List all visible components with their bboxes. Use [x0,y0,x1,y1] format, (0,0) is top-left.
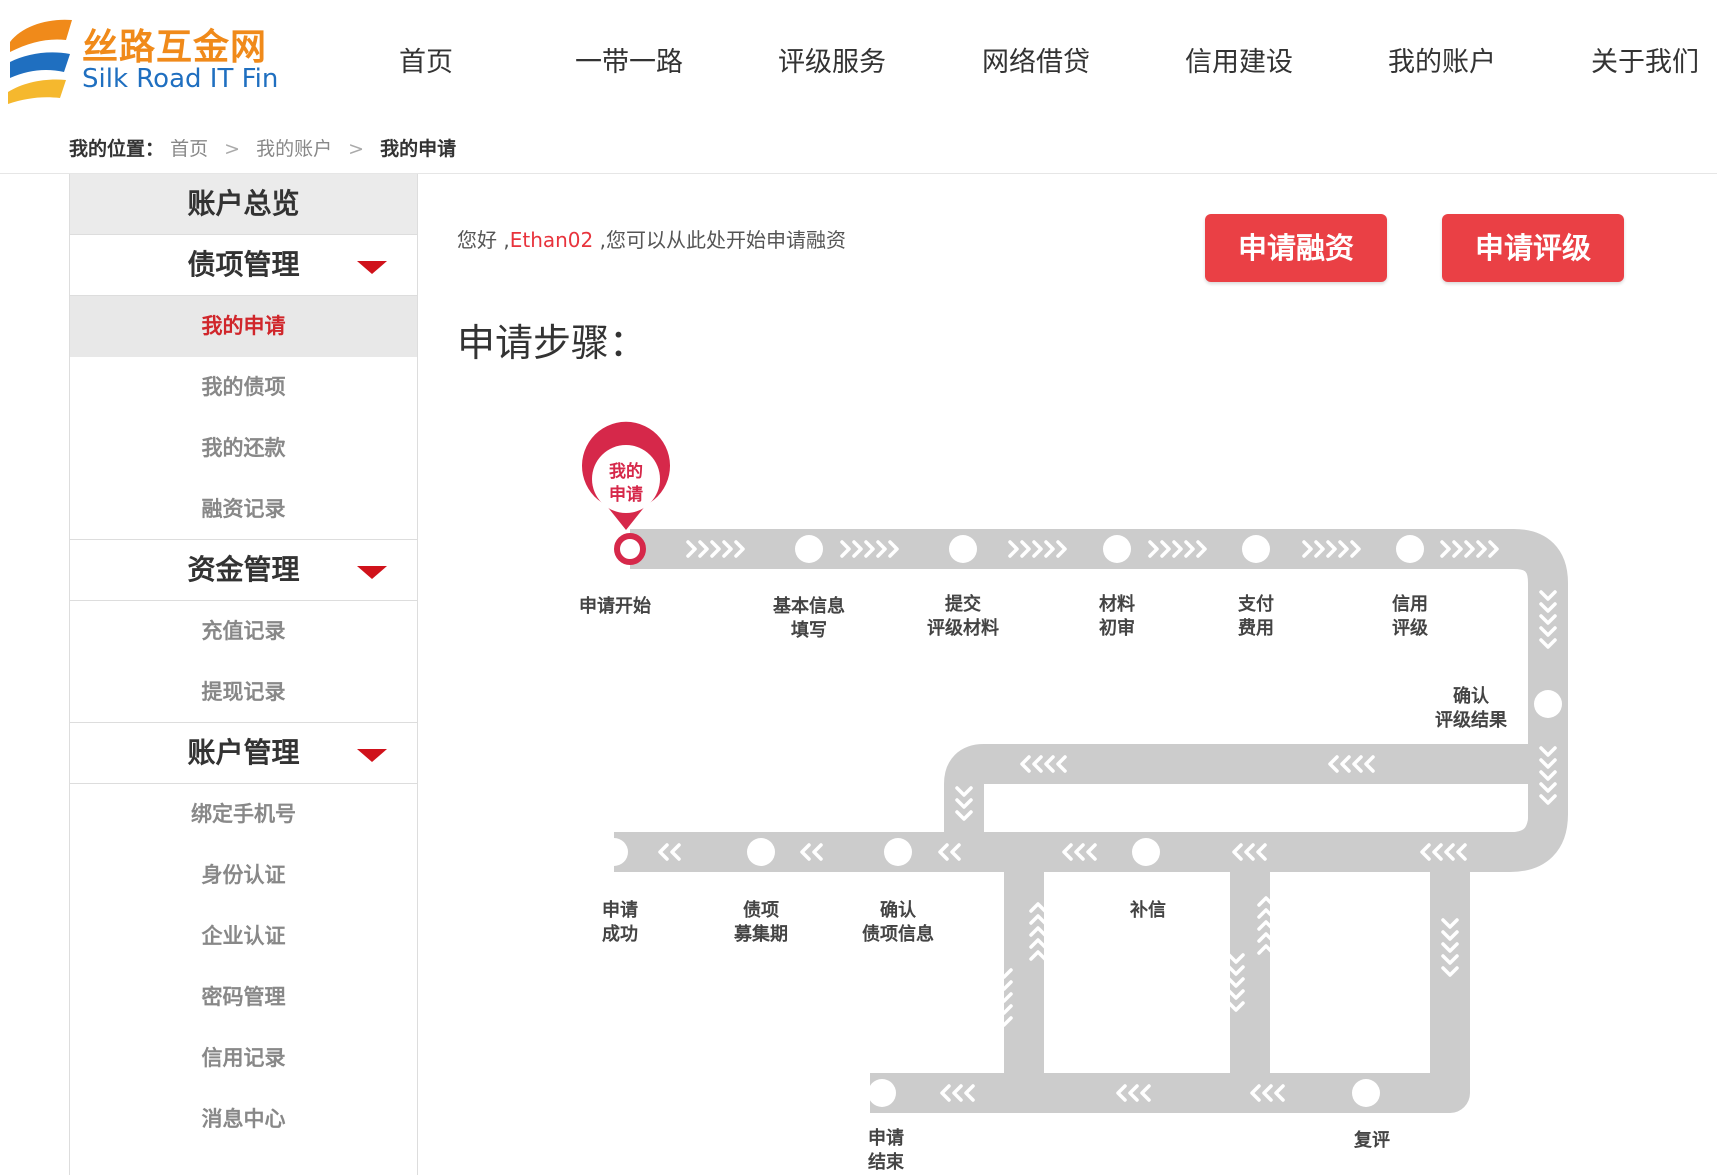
step-node [949,535,977,563]
step-label-confirm-debt: 确认 [880,899,917,921]
step-label-end: 申请 [868,1127,904,1149]
step-node [1132,838,1160,866]
step-node [1103,535,1131,563]
step-label-supplement: 补信 [1129,899,1166,921]
step-label-confirm-rating: 评级结果 [1435,709,1508,731]
step-label-confirm-rating: 确认 [1453,685,1490,707]
step-node [884,838,912,866]
step-label-submit-materials: 评级材料 [927,617,999,639]
step-label-submit-materials: 提交 [945,593,981,615]
step-node [1396,535,1424,563]
step-node [1534,690,1562,718]
step-label-re-review: 复评 [1353,1129,1390,1151]
step-label-raising-period: 募集期 [733,923,788,945]
step-node [1242,535,1270,563]
step-node [868,1079,896,1107]
application-flow-diagram: 我的 申请 申请开始 基本信息 填写 提交 评级材料 材料 初审 支付 费用 信… [579,421,1568,1173]
step-label-success: 成功 [602,923,638,945]
step-label-material-review: 初审 [1099,617,1135,639]
pin-label-line1: 我的 [609,461,643,482]
step-label-end: 结束 [868,1151,905,1173]
step-node [795,535,823,563]
step-label-basic-info: 填写 [791,619,827,641]
start-node [614,533,646,565]
step-label-confirm-debt: 债项信息 [862,923,934,945]
pin-label-line2: 申请 [609,484,643,505]
step-label-basic-info: 基本信息 [772,595,845,617]
step-label-material-review: 材料 [1099,593,1135,615]
step-node [1352,1079,1380,1107]
step-label-credit-rating: 信用 [1392,593,1428,615]
step-label-success: 申请 [602,899,638,921]
step-node [747,838,775,866]
location-pin-icon: 我的 申请 [582,421,671,530]
step-label-pay-fee: 费用 [1238,618,1274,639]
step-label-start: 申请开始 [579,595,651,617]
track-hole [1270,872,1430,1073]
track-hole [984,784,1528,832]
step-label-credit-rating: 评级 [1392,617,1429,639]
step-label-pay-fee: 支付 [1237,593,1274,615]
step-node [600,838,628,866]
step-label-raising-period: 债项 [743,899,779,921]
